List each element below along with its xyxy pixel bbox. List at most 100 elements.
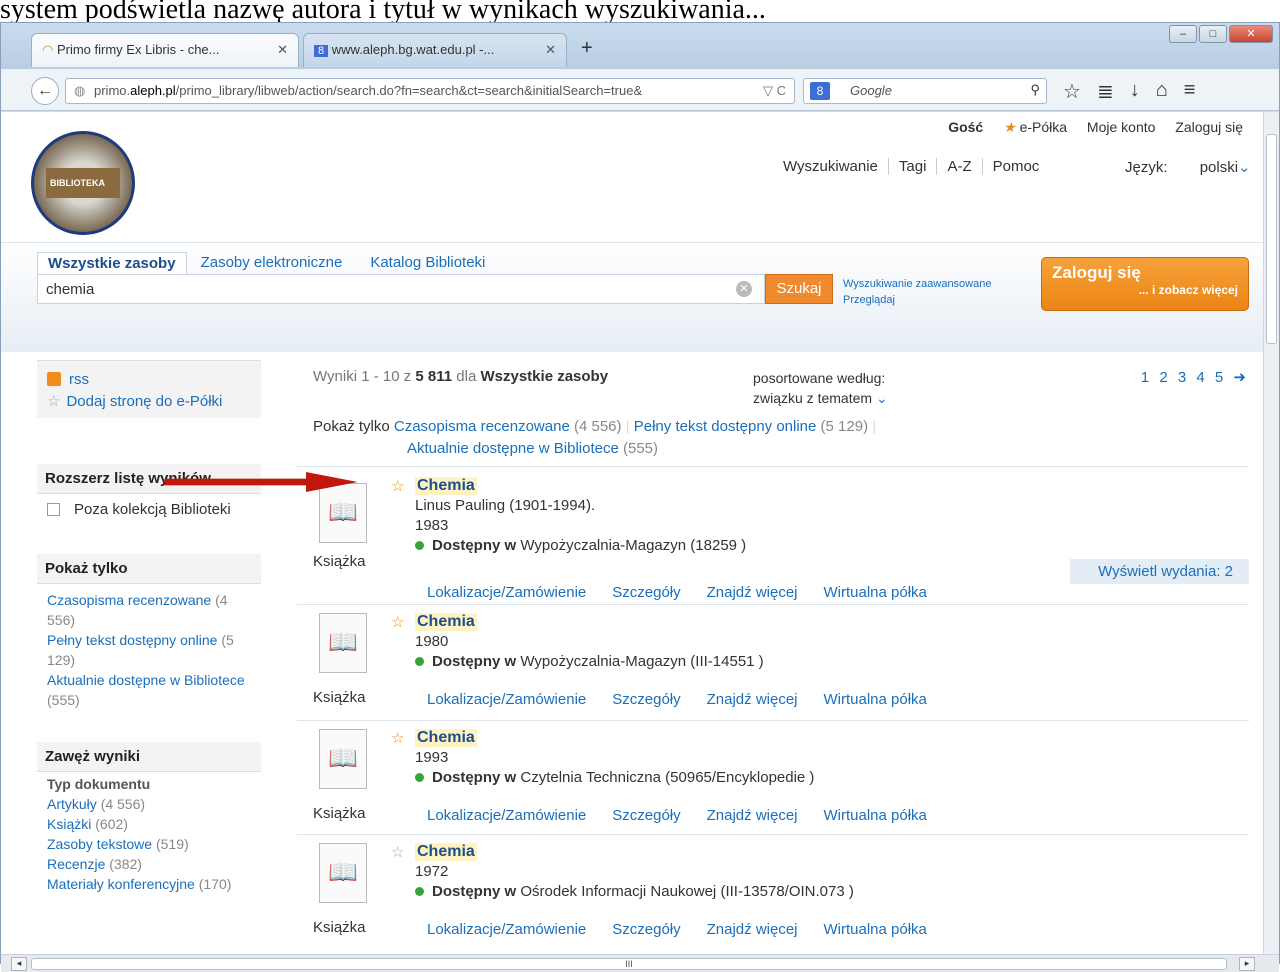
close-window-icon[interactable]: ✕	[1229, 25, 1273, 43]
nav-help[interactable]: Pomoc	[983, 158, 1050, 175]
item-title[interactable]: Chemia	[415, 843, 477, 861]
search-input[interactable]: chemia ✕	[37, 274, 765, 304]
outside-collection-option[interactable]: Poza kolekcją Biblioteki	[37, 494, 261, 526]
show-only-label: Pokaż tylko	[313, 418, 390, 435]
facet-count: (555)	[47, 692, 80, 708]
find-more-link[interactable]: Znajdź więcej	[707, 807, 798, 824]
facet-label: Książki	[47, 816, 92, 832]
download-icon[interactable]: ↓	[1130, 79, 1140, 104]
language-dropdown[interactable]: polski⌄	[1200, 159, 1251, 176]
details-link[interactable]: Szczegóły	[612, 807, 680, 824]
filter-peer-reviewed[interactable]: Czasopisma recenzowane	[394, 418, 570, 435]
vertical-scrollbar[interactable]	[1263, 112, 1279, 954]
available-dot-icon	[415, 773, 424, 782]
tab-aleph[interactable]: 8 www.aleph.bg.wat.edu.pl -... ✕	[303, 33, 567, 67]
locations-link[interactable]: Lokalizacje/Zamówienie	[427, 691, 586, 708]
find-more-link[interactable]: Znajdź więcej	[707, 584, 798, 601]
minimize-icon[interactable]: –	[1169, 25, 1197, 43]
bookmarks-list-icon[interactable]: ≣	[1097, 79, 1114, 104]
close-tab-icon[interactable]: ✕	[545, 42, 556, 58]
star-icon[interactable]: ☆	[391, 477, 404, 495]
tab-all-resources[interactable]: Wszystkie zasoby	[37, 252, 187, 274]
details-link[interactable]: Szczegóły	[612, 921, 680, 938]
next-arrow-icon[interactable]: ➜	[1233, 369, 1249, 386]
find-more-link[interactable]: Znajdź więcej	[707, 691, 798, 708]
login-link[interactable]: Zaloguj się	[1175, 119, 1243, 135]
editions-button[interactable]: Wyświetl wydania: 2	[1070, 559, 1249, 584]
virtual-shelf-link[interactable]: Wirtualna półka	[824, 584, 927, 601]
nav-tags[interactable]: Tagi	[888, 158, 938, 175]
filter-available[interactable]: Aktualnie dostępne w Bibliotece	[407, 440, 619, 457]
virtual-shelf-link[interactable]: Wirtualna półka	[824, 691, 927, 708]
rss-link[interactable]: rss	[47, 369, 251, 391]
login-button[interactable]: Zaloguj się ... i zobacz więcej	[1041, 257, 1249, 311]
facet-available[interactable]: Aktualnie dostępne w Bibliotece (555)	[47, 670, 251, 710]
nav-az[interactable]: A-Z	[937, 158, 983, 175]
star-icon[interactable]: ☆	[391, 613, 404, 631]
add-to-eshelf-link[interactable]: ☆ Dodaj stronę do e-Półki	[47, 391, 251, 413]
address-bar[interactable]: ◍ primo.aleph.pl/primo_library/libweb/ac…	[65, 78, 795, 104]
back-arrow-icon[interactable]: ←	[31, 77, 59, 105]
bookmark-star-icon[interactable]: ☆	[1063, 79, 1081, 104]
pagination[interactable]: 1 2 3 4 5 ➜	[1141, 368, 1249, 386]
scroll-thumb[interactable]: III	[31, 958, 1227, 970]
facet-text-resources[interactable]: Zasoby tekstowe (519)	[47, 834, 251, 854]
maximize-icon[interactable]: □	[1199, 25, 1227, 43]
reload-icon[interactable]: ▽ C	[763, 83, 786, 99]
eshelf-link[interactable]: ★ e-Półka	[1003, 119, 1067, 135]
tab-bar: ◠ Primo firmy Ex Libris - che... ✕ 8 www…	[1, 23, 1279, 69]
sort-label: posortowane według:	[753, 370, 886, 386]
facet-articles[interactable]: Artykuły (4 556)	[47, 794, 251, 814]
sort-control[interactable]: posortowane według: związku z tematem ⌄	[753, 368, 888, 408]
scroll-thumb[interactable]	[1266, 134, 1277, 344]
star-icon[interactable]: ☆	[391, 729, 404, 747]
book-icon[interactable]: 📖	[319, 483, 367, 543]
scroll-left-icon[interactable]: ◂	[11, 957, 27, 971]
tab-label: Primo firmy Ex Libris - che...	[56, 42, 220, 57]
find-more-link[interactable]: Znajdź więcej	[707, 921, 798, 938]
magnifier-icon[interactable]: ⚲	[1030, 82, 1040, 98]
item-title[interactable]: Chemia	[415, 477, 477, 495]
item-actions: Lokalizacje/Zamówienie Szczegóły Znajdź wi…	[427, 807, 953, 824]
item-type: Książka	[313, 919, 366, 936]
virtual-shelf-link[interactable]: Wirtualna półka	[824, 807, 927, 824]
book-icon[interactable]: 📖	[319, 729, 367, 789]
facet-full-text[interactable]: Pełny tekst dostępny online (5 129)	[47, 630, 251, 670]
scroll-right-icon[interactable]: ▸	[1239, 957, 1255, 971]
tab-library-catalog[interactable]: Katalog Biblioteki	[356, 252, 499, 274]
book-icon[interactable]: 📖	[319, 613, 367, 673]
locations-link[interactable]: Lokalizacje/Zamówienie	[427, 921, 586, 938]
browser-search-input[interactable]: 8 Google ⚲	[803, 78, 1047, 104]
my-account-link[interactable]: Moje konto	[1087, 119, 1155, 135]
page-numbers[interactable]: 1 2 3 4 5	[1141, 369, 1226, 386]
search-button[interactable]: Szukaj	[765, 274, 833, 304]
clear-icon[interactable]: ✕	[736, 281, 752, 297]
menu-icon[interactable]: ≡	[1184, 79, 1196, 104]
facet-conference[interactable]: Materiały konferencyjne (170)	[47, 874, 251, 894]
virtual-shelf-link[interactable]: Wirtualna półka	[824, 921, 927, 938]
horizontal-scrollbar[interactable]: ◂ III ▸	[1, 954, 1279, 972]
item-title[interactable]: Chemia	[415, 613, 477, 631]
facet-books[interactable]: Książki (602)	[47, 814, 251, 834]
facet-reviews[interactable]: Recenzje (382)	[47, 854, 251, 874]
locations-link[interactable]: Lokalizacje/Zamówienie	[427, 584, 586, 601]
details-link[interactable]: Szczegóły	[612, 584, 680, 601]
facet-peer-reviewed[interactable]: Czasopisma recenzowane (4 556)	[47, 590, 251, 630]
locations-link[interactable]: Lokalizacje/Zamówienie	[427, 807, 586, 824]
close-tab-icon[interactable]: ✕	[277, 42, 288, 58]
item-signature: (III-14551 )	[690, 653, 764, 670]
browse-link[interactable]: Przeglądaj	[843, 292, 991, 308]
tab-electronic-resources[interactable]: Zasoby elektroniczne	[187, 252, 357, 274]
book-icon[interactable]: 📖	[319, 843, 367, 903]
new-tab-icon[interactable]: +	[581, 37, 593, 60]
home-icon[interactable]: ⌂	[1156, 79, 1168, 104]
details-link[interactable]: Szczegóły	[612, 691, 680, 708]
item-title[interactable]: Chemia	[415, 729, 477, 747]
nav-search[interactable]: Wyszukiwanie	[773, 158, 889, 175]
checkbox[interactable]	[47, 503, 60, 516]
star-outline-icon[interactable]: ☆	[391, 843, 404, 861]
filter-full-text[interactable]: Pełny tekst dostępny online	[634, 418, 817, 435]
tab-primo[interactable]: ◠ Primo firmy Ex Libris - che... ✕	[31, 33, 299, 67]
item-year: 1993	[415, 749, 449, 766]
advanced-search-link[interactable]: Wyszukiwanie zaawansowane	[843, 276, 991, 292]
